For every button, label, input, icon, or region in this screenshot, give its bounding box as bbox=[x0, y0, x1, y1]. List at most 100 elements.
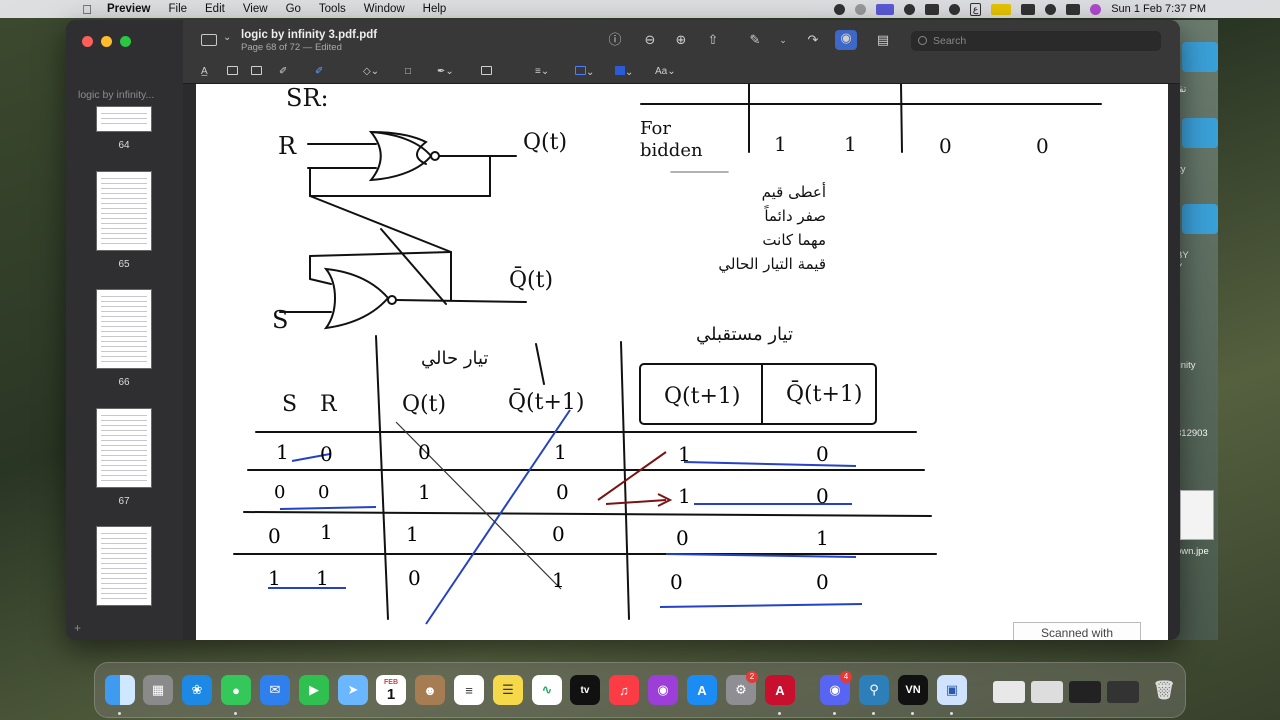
search-input[interactable]: Search bbox=[911, 31, 1161, 51]
menu-file[interactable]: File bbox=[159, 3, 196, 15]
markup-pen-icon[interactable]: ✎ bbox=[747, 32, 763, 48]
siri-icon[interactable] bbox=[1090, 3, 1102, 15]
safari-icon[interactable]: ❀ bbox=[182, 675, 212, 705]
smart-select-icon[interactable] bbox=[251, 66, 262, 78]
battery-icon[interactable] bbox=[991, 3, 1012, 15]
bg-icon-1 bbox=[1182, 42, 1218, 72]
autocad-label: A bbox=[775, 682, 785, 698]
tv-icon[interactable]: tv bbox=[570, 675, 600, 705]
contacts-icon[interactable]: ☻ bbox=[415, 675, 445, 705]
cell-qbar: 0 bbox=[552, 522, 565, 546]
control-center-icon[interactable] bbox=[1066, 3, 1081, 15]
sketch-icon[interactable]: ✐ bbox=[279, 66, 287, 77]
text-selection-icon[interactable]: A̲ bbox=[201, 66, 208, 77]
record-icon[interactable] bbox=[833, 3, 845, 15]
messages-icon[interactable]: ● bbox=[221, 675, 251, 705]
chevron-down-icon[interactable]: ⌄ bbox=[775, 32, 791, 48]
thumbnail-number: 64 bbox=[118, 140, 130, 151]
quicktime-icon[interactable]: ⚲ bbox=[859, 675, 889, 705]
running-indicator bbox=[950, 712, 953, 715]
menu-window[interactable]: Window bbox=[355, 3, 414, 15]
clock[interactable]: Sun 1 Feb 7:37 PM bbox=[1111, 3, 1206, 15]
chevron-down-icon[interactable]: ⌄ bbox=[223, 32, 231, 43]
recent-file-thumbnail[interactable] bbox=[1031, 681, 1063, 703]
border-color-icon[interactable]: ⌄ bbox=[575, 66, 594, 78]
bg-icon-2 bbox=[1182, 118, 1218, 148]
close-button[interactable] bbox=[82, 36, 93, 47]
document-subtitle: Page 68 of 72 — Edited bbox=[241, 42, 342, 53]
minimize-button[interactable] bbox=[101, 36, 112, 47]
input-source-icon[interactable]: ع bbox=[969, 2, 982, 16]
settings-badge: 2 bbox=[746, 671, 758, 683]
trash-icon[interactable]: 🗑 bbox=[1149, 675, 1179, 705]
wifi-icon[interactable] bbox=[1021, 3, 1036, 15]
menu-edit[interactable]: Edit bbox=[196, 3, 234, 15]
add-page-icon[interactable]: + bbox=[74, 621, 81, 635]
zoom-in-icon[interactable]: ⊕ bbox=[673, 32, 689, 48]
rect-selection-icon[interactable] bbox=[227, 66, 238, 78]
line-style-icon[interactable]: ≡⌄ bbox=[535, 66, 549, 77]
fill-color-icon[interactable]: ⌄ bbox=[615, 66, 633, 78]
mail-icon[interactable]: ✉ bbox=[260, 675, 290, 705]
sidebar-toggle-icon[interactable] bbox=[201, 34, 217, 46]
sidebar-title: logic by infinity... bbox=[78, 89, 155, 101]
cell-s: 0 bbox=[268, 524, 281, 548]
freeform-icon[interactable]: ∿ bbox=[532, 675, 562, 705]
zoom-out-icon[interactable]: ⊖ bbox=[642, 32, 658, 48]
draw-icon[interactable]: ✐ bbox=[315, 66, 323, 77]
thumbnail-page-64[interactable] bbox=[96, 106, 152, 132]
thumbnail-page-65[interactable] bbox=[96, 171, 152, 251]
launchpad-icon[interactable]: ▦ bbox=[143, 675, 173, 705]
menu-go[interactable]: Go bbox=[277, 3, 310, 15]
table-header: Q̄(t+1) bbox=[508, 390, 585, 415]
table-header: Q(t+1) bbox=[664, 384, 741, 409]
thumbnail-page-68[interactable] bbox=[96, 526, 152, 606]
recent-file-thumbnail[interactable] bbox=[1069, 681, 1101, 703]
notes-icon[interactable]: ☰ bbox=[493, 675, 523, 705]
podcasts-icon[interactable]: ◉ bbox=[648, 675, 678, 705]
vpn-icon[interactable] bbox=[903, 3, 915, 15]
text-box-icon[interactable]: □ bbox=[405, 66, 411, 77]
music-icon[interactable]: ♫ bbox=[609, 675, 639, 705]
desktop-file-thumbnail[interactable] bbox=[1180, 490, 1214, 540]
info-icon[interactable]: ⓘ bbox=[607, 32, 623, 48]
share-icon[interactable]: ⇧ bbox=[705, 32, 721, 48]
maps-icon[interactable]: ➤ bbox=[338, 675, 368, 705]
app-store-icon[interactable]: A bbox=[687, 675, 717, 705]
menu-view[interactable]: View bbox=[234, 3, 277, 15]
menu-tools[interactable]: Tools bbox=[310, 3, 355, 15]
shapes-icon[interactable]: ◇⌄ bbox=[363, 66, 379, 77]
recent-file-thumbnail[interactable] bbox=[993, 681, 1025, 703]
menu-help[interactable]: Help bbox=[414, 3, 456, 15]
zoom-button[interactable] bbox=[120, 36, 131, 47]
cell-r: 0 bbox=[320, 442, 333, 466]
circle-icon[interactable] bbox=[854, 3, 866, 15]
play-icon[interactable] bbox=[948, 3, 960, 15]
cell-s: 1 bbox=[276, 440, 289, 464]
thumbnail-page-66[interactable] bbox=[96, 289, 152, 369]
search-icon[interactable] bbox=[1045, 3, 1057, 15]
note-icon[interactable] bbox=[481, 66, 492, 78]
menu-app-preview[interactable]: Preview bbox=[98, 3, 159, 15]
cloud-icon[interactable] bbox=[924, 3, 939, 15]
recent-file-thumbnail[interactable] bbox=[1107, 681, 1139, 703]
status-area: ع Sun 1 Feb 7:37 PM bbox=[833, 2, 1206, 16]
facetime-icon[interactable]: ▶ bbox=[299, 675, 329, 705]
cell-s: 0 bbox=[274, 482, 286, 503]
future-label: تيار مستقبلي bbox=[696, 324, 793, 345]
signature-icon[interactable]: ✒⌄ bbox=[437, 66, 454, 77]
vn-icon[interactable]: VN bbox=[898, 675, 928, 705]
autocad-icon[interactable]: A bbox=[765, 675, 795, 705]
font-style-button[interactable]: Aa⌄ bbox=[655, 66, 676, 77]
calendar-icon[interactable]: FEB 1 bbox=[376, 675, 406, 705]
window-controls bbox=[82, 36, 131, 47]
form-fill-icon[interactable]: ▤ bbox=[875, 32, 891, 48]
preview-icon[interactable]: ▣ bbox=[937, 675, 967, 705]
screen-mirror-icon[interactable] bbox=[875, 3, 894, 15]
finder-icon[interactable] bbox=[105, 675, 135, 705]
reminders-icon[interactable]: ≡ bbox=[454, 675, 484, 705]
rotate-icon[interactable]: ↷ bbox=[805, 32, 821, 48]
thumbnail-page-67[interactable] bbox=[96, 408, 152, 488]
markup-toolbar-icon[interactable]: ◉ bbox=[835, 30, 857, 50]
apple-menu-icon[interactable]:  bbox=[76, 2, 98, 17]
